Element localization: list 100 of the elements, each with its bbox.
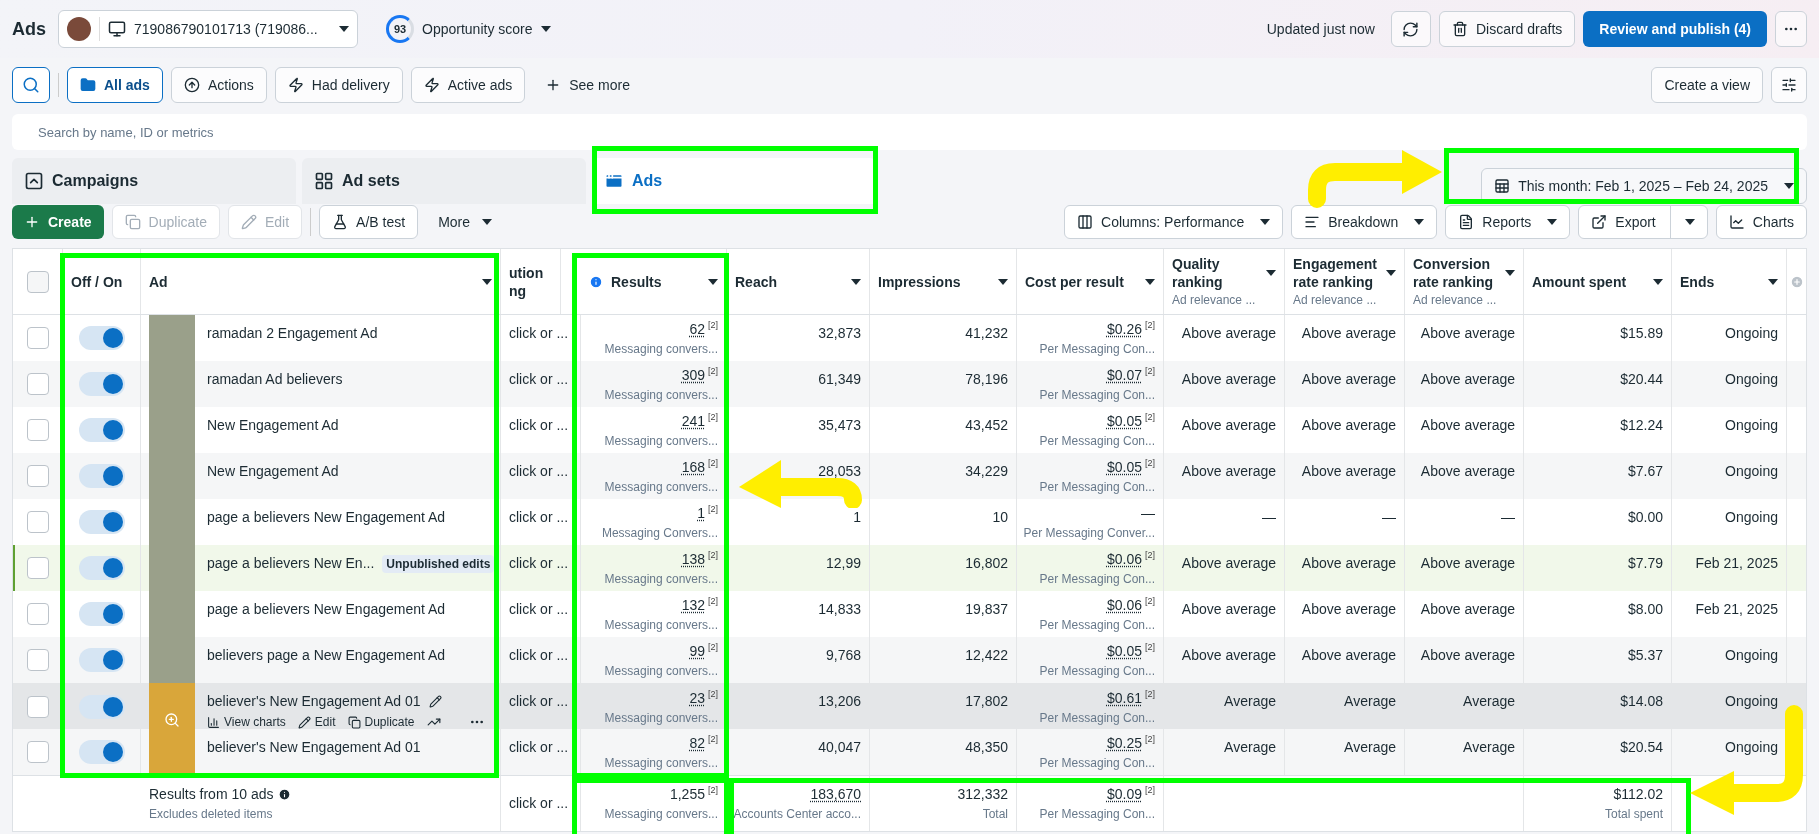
ad-name[interactable]: page a believers New En...	[207, 553, 375, 574]
toolbar-button[interactable]: Columns: Performance	[1064, 205, 1284, 239]
table-row[interactable]: believer's New Engagement Ad 01 View charts Edit Duplicate click or ... 23 [2] Messaging convers... 13,206 17,802 $0.61 [2] Per Messaging Con... Average Average Average $14.08 Ongoing	[13, 683, 1806, 729]
toolbar-button[interactable]: A/B test	[319, 205, 419, 239]
more-menu-button[interactable]: More	[426, 205, 505, 239]
ad-name[interactable]: believer's New Engagement Ad 01	[207, 737, 421, 758]
row-checkbox[interactable]	[26, 741, 49, 763]
toggle-switch[interactable]	[78, 372, 125, 396]
column-header[interactable]: Engagement rate ranking Ad relevance ...	[1285, 249, 1405, 314]
row-checkbox[interactable]	[26, 696, 49, 718]
ends-cell-text: Ongoing	[1725, 462, 1778, 481]
row-checkbox[interactable]	[26, 511, 49, 533]
ad-name[interactable]: ramadan Ad believers	[207, 369, 343, 390]
attribution-cell-text: click or ...	[509, 794, 569, 813]
table-row[interactable]: believer's New Engagement Ad 01 click or ... 82 [2] Messaging convers... 40,047 48,350 $0.25 [2] Per Messaging Con... Average Average Average $20.54 Ongoing	[13, 729, 1806, 775]
row-checkbox[interactable]	[26, 419, 49, 441]
ad-name[interactable]: believers page a New Engagement Ad	[207, 645, 446, 666]
toggle-switch[interactable]	[78, 510, 125, 534]
metric-caption: Per Messaging Con...	[1039, 432, 1155, 450]
toggle-switch[interactable]	[78, 648, 125, 672]
table-row[interactable]: page a believers New En... Unpublished edits click or ... 138 [2] Messaging convers... 12,99 16,802 $0.06 [2] Per Messaging Con... Above average Above average Above average $7.79 Feb 21, 2025	[13, 545, 1806, 591]
toggle-switch[interactable]	[78, 556, 125, 580]
toggle-thumb[interactable]	[102, 697, 123, 717]
filter-settings-button[interactable]	[1771, 67, 1807, 103]
toggle-thumb[interactable]	[102, 374, 123, 394]
column-header[interactable]: Cost per result	[1017, 249, 1164, 314]
review-publish-button[interactable]: Review and publish (4)	[1583, 11, 1767, 47]
opportunity-score-button[interactable]: 93 Opportunity score	[386, 15, 551, 43]
toggle-thumb[interactable]	[102, 466, 123, 486]
toggle-switch[interactable]	[78, 418, 125, 442]
filter-chip[interactable]: All ads	[67, 67, 163, 103]
discard-drafts-button[interactable]: Discard drafts	[1438, 11, 1576, 47]
trash-icon	[1451, 21, 1468, 37]
reach-cell-text: 35,473	[818, 416, 861, 435]
column-header[interactable]: Quality ranking Ad relevance ...	[1164, 249, 1285, 314]
toolbar-button[interactable]: Charts	[1715, 205, 1807, 239]
toolbar-button[interactable]: Export	[1578, 205, 1708, 239]
ad-name[interactable]: page a believers New Engagement Ad	[207, 599, 446, 620]
select-all-checkbox[interactable]	[26, 270, 49, 293]
level-tab[interactable]: Campaigns	[12, 158, 296, 204]
caret-icon	[708, 278, 718, 285]
table-row[interactable]: New Engagement Ad click or ... 168 [2] Messaging convers... 28,053 34,229 $0.05 [2] Per Messaging Con... Above average Above average Above average $7.67 Ongoing	[13, 453, 1806, 499]
row-checkbox[interactable]	[26, 603, 49, 625]
search-button[interactable]	[12, 67, 50, 103]
filter-chip[interactable]: Had delivery	[274, 67, 403, 103]
metric-value: 183,670	[810, 785, 861, 804]
bar-chart-icon	[207, 715, 220, 729]
impressions-cell-text: 43,452	[965, 416, 1008, 435]
ad-name[interactable]: page a believers New Engagement Ad	[207, 507, 446, 528]
row-checkbox[interactable]	[26, 373, 49, 395]
toggle-switch[interactable]	[78, 695, 125, 719]
column-header[interactable]: ution ng	[501, 249, 561, 314]
toggle-switch[interactable]	[78, 740, 125, 764]
ranking-cell-text: Above average	[1181, 324, 1276, 343]
toggle-switch[interactable]	[78, 464, 125, 488]
table-row[interactable]: ramadan Ad believers click or ... 309 [2] Messaging convers... 61,349 78,196 $0.07 [2] Per Messaging Con... Above average Above average Above average $20.44 Ongoing	[13, 361, 1806, 407]
row-action[interactable]: Duplicate	[347, 713, 415, 731]
toggle-thumb[interactable]	[102, 604, 123, 624]
ad-name[interactable]: ramadan 2 Engagement Ad	[207, 323, 378, 344]
table-row[interactable]: believers page a New Engagement Ad click or ... 99 [2] Messaging convers... 9,768 12,422 $0.05 [2] Per Messaging Con... Above average Above average Above average $5.37 Ongoing	[13, 637, 1806, 683]
toggle-switch[interactable]	[78, 602, 125, 626]
toolbar-button[interactable]: Breakdown	[1291, 205, 1438, 239]
column-header[interactable]: Ad	[141, 249, 501, 314]
account-selector[interactable]: 719086790101713 (719086...	[58, 10, 358, 48]
row-checkbox[interactable]	[26, 465, 49, 487]
page-title: Ads	[12, 17, 46, 41]
refresh-button[interactable]	[1390, 11, 1431, 47]
row-checkbox[interactable]	[26, 327, 49, 349]
column-header[interactable]: Impressions	[870, 249, 1017, 314]
search-field[interactable]: Search by name, ID or metrics	[12, 114, 1807, 150]
column-header[interactable]: Ends	[1672, 249, 1787, 314]
row-checkbox[interactable]	[26, 557, 49, 579]
create-view-button[interactable]: Create a view	[1651, 67, 1763, 103]
toolbar-button[interactable]: Reports	[1445, 205, 1571, 239]
toggle-thumb[interactable]	[102, 558, 123, 578]
ad-name[interactable]: believer's New Engagement Ad 01	[207, 691, 421, 712]
create-button[interactable]: Create	[12, 205, 104, 239]
ad-name[interactable]: New Engagement Ad	[207, 415, 339, 436]
toggle-thumb[interactable]	[102, 420, 123, 440]
column-header[interactable]: Off / On	[63, 249, 141, 314]
toggle-thumb[interactable]	[102, 650, 123, 670]
column-header[interactable]: Results	[581, 249, 727, 314]
row-checkbox[interactable]	[26, 649, 49, 671]
ends-cell-text: Ongoing	[1725, 370, 1778, 389]
filter-chip[interactable]: Actions	[170, 67, 267, 103]
row-action[interactable]: Edit	[297, 713, 336, 731]
filter-chip[interactable]: Active ads	[410, 67, 526, 103]
column-header[interactable]: Amount spent	[1524, 249, 1672, 314]
column-header[interactable]: Reach	[727, 249, 870, 314]
pencil-icon[interactable]	[428, 695, 442, 708]
toggle-thumb[interactable]	[102, 742, 123, 762]
toggle-switch[interactable]	[78, 326, 125, 350]
row-action[interactable]: View charts	[207, 713, 286, 731]
see-more-button[interactable]: See more	[533, 67, 642, 103]
toggle-thumb[interactable]	[102, 512, 123, 532]
toggle-thumb[interactable]	[102, 328, 123, 348]
ad-name[interactable]: New Engagement Ad	[207, 461, 339, 482]
level-tab[interactable]: Ad sets	[302, 158, 586, 204]
column-header[interactable]: Conversion rate ranking Ad relevance ...	[1405, 249, 1524, 314]
reach-cell-text: 9,768	[825, 646, 861, 665]
